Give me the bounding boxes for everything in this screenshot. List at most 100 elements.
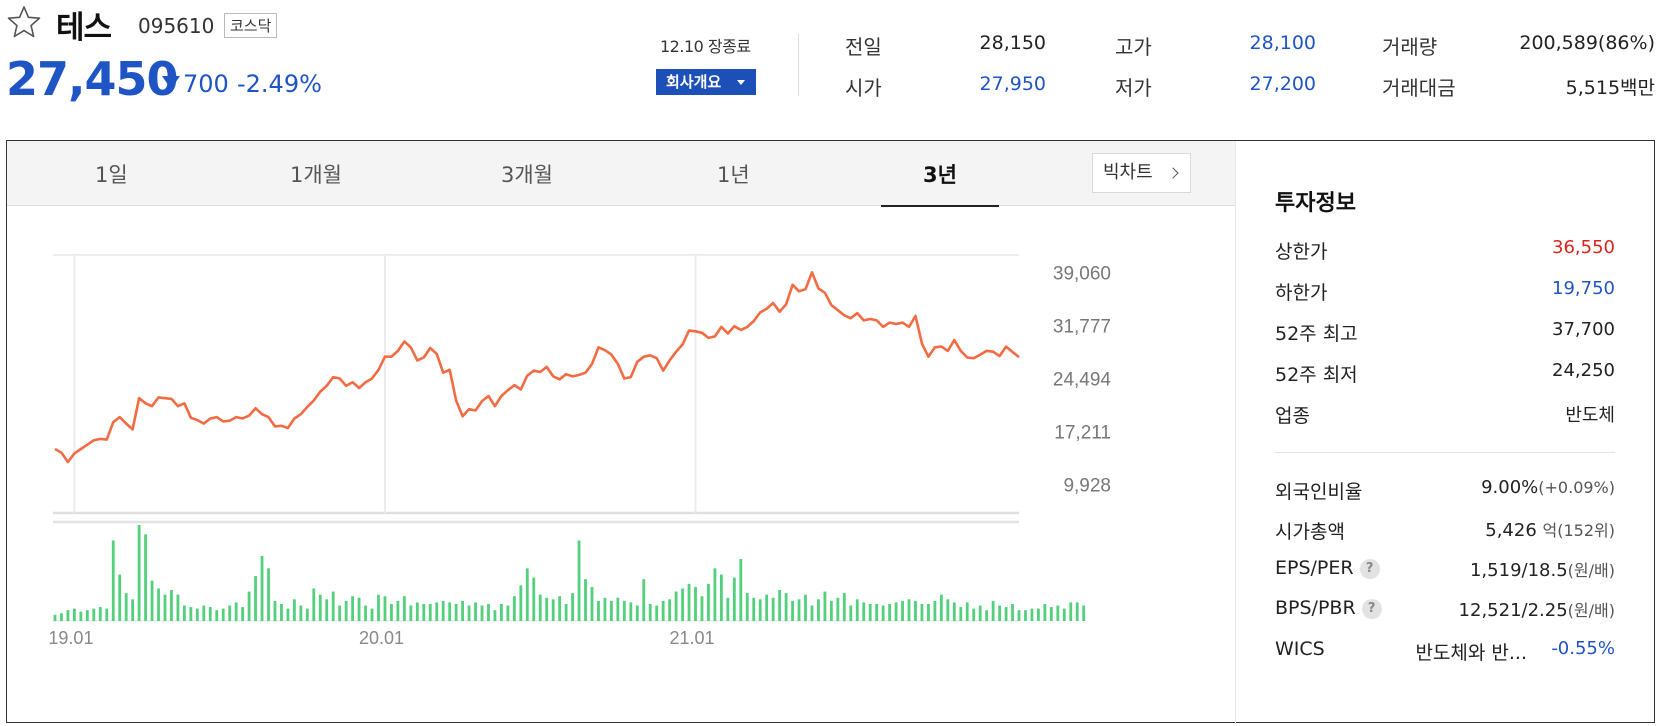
volume-bar [687, 583, 691, 621]
y-tick-label: 17,211 [1054, 423, 1111, 444]
upper-limit-label: 상한가 [1275, 241, 1328, 263]
upper-limit-row: 상한가 36,550 [1275, 237, 1615, 267]
volume-bar [784, 593, 788, 621]
volume-bar [862, 602, 866, 621]
volume-bar [881, 605, 885, 621]
market-badge: 코스닥 [224, 13, 278, 38]
bps-pbr-number: 12,521/2.25 [1458, 600, 1568, 621]
help-icon[interactable]: ? [1359, 559, 1380, 579]
volume-bar [260, 555, 264, 621]
volume-bar [318, 594, 322, 621]
volume-bar [215, 610, 219, 621]
foreign-ratio-label: 외국인비율 [1275, 481, 1363, 503]
volume-bar [571, 593, 574, 621]
volume-bar [765, 594, 769, 621]
week52-low-row: 52주 최저 24,250 [1275, 360, 1615, 390]
volume-bar [551, 599, 555, 621]
volume-bar [370, 608, 374, 621]
high-label: 고가 [1115, 35, 1152, 59]
volume-bar [512, 596, 516, 621]
volume-bar [868, 603, 872, 621]
volume-label: 거래량 [1382, 35, 1438, 59]
current-price: 27,450 [6, 52, 179, 106]
volume-bar [713, 568, 717, 621]
bps-pbr-label-text: BPS/PBR [1275, 597, 1356, 619]
bps-pbr-value: 12,521/2.25(원/배) [1459, 597, 1615, 621]
star-icon[interactable] [6, 4, 42, 40]
volume-bar [331, 591, 335, 621]
volume-bar [700, 596, 704, 621]
volume-bar [292, 599, 296, 621]
volume-bar [849, 605, 853, 621]
industry-label: 업종 [1275, 405, 1310, 427]
volume-bar [461, 600, 464, 621]
volume-bar [965, 602, 969, 621]
volume-bar [267, 568, 270, 621]
volume-bar [280, 603, 283, 621]
volume-bar [985, 610, 989, 621]
volume-bar [836, 597, 840, 621]
week52-high-row: 52주 최고 37,700 [1275, 319, 1615, 349]
tab-3m[interactable]: 3개월 [501, 159, 553, 189]
company-overview-button[interactable]: 회사개요 [656, 69, 756, 95]
volume-bar [1043, 603, 1047, 621]
volume-bar [221, 608, 225, 621]
help-icon[interactable]: ? [1361, 599, 1382, 619]
volume-bar [752, 597, 756, 621]
volume-bar [1024, 610, 1027, 621]
volume-bar [234, 602, 238, 621]
volume-bar [312, 588, 316, 621]
tab-1m[interactable]: 1개월 [290, 159, 342, 189]
volume-bar [111, 540, 115, 621]
volume-bar [195, 608, 199, 621]
volume-bar [558, 596, 562, 621]
wics-industry-name[interactable]: 반도체와 반... [1415, 638, 1527, 665]
trade-value-value: 5,515백만 [1565, 77, 1655, 99]
volume-bar [920, 603, 924, 621]
volume-bar [202, 605, 206, 621]
volume-bar [1017, 610, 1021, 621]
tab-1y[interactable]: 1년 [717, 159, 750, 189]
volume-bar [532, 577, 536, 621]
lower-limit-row: 하한가 19,750 [1275, 278, 1615, 308]
volume-bar [661, 600, 665, 621]
volume-bar [603, 597, 607, 621]
volume-bar [487, 603, 490, 621]
volume-bar [338, 605, 342, 621]
y-tick-label: 39,060 [1053, 264, 1111, 285]
volume-bar [978, 605, 982, 621]
volume-bar [364, 605, 367, 621]
volume-bar [778, 590, 782, 621]
market-cap-number: 5,426 [1485, 520, 1537, 541]
eps-per-row: EPS/PER? 1,519/18.5(원/배) [1275, 557, 1615, 587]
volume-bar [396, 600, 400, 621]
volume-bar [648, 603, 652, 621]
volume-bar [1049, 607, 1053, 621]
foreign-ratio-number: 9.00% [1481, 477, 1539, 498]
tab-1d[interactable]: 1일 [95, 159, 128, 189]
eps-per-number: 1,519/18.5 [1469, 560, 1568, 581]
volume-bar [124, 593, 128, 621]
volume-bar [901, 600, 904, 621]
bigchart-button[interactable]: 빅차트 [1092, 153, 1191, 193]
x-tick-label: 20.01 [359, 628, 404, 648]
market-close-label: 12.10 장종료 [660, 37, 751, 56]
x-tick-label: 19.01 [48, 628, 93, 648]
volume-bar [182, 605, 186, 621]
volume-bar [325, 599, 329, 621]
volume-bar [506, 605, 510, 621]
volume-bar [467, 605, 471, 621]
volume-bar [855, 599, 859, 621]
price-line [54, 271, 1020, 464]
volume-bar [1082, 605, 1086, 621]
volume-bar [390, 603, 393, 621]
volume-bar [1004, 607, 1008, 621]
tab-3y[interactable]: 3년 [923, 159, 957, 189]
bps-pbr-row: BPS/PBR? 12,521/2.25(원/배) [1275, 597, 1615, 627]
volume-bar [383, 596, 387, 621]
bigchart-label: 빅차트 [1103, 162, 1153, 183]
volume-bar [357, 597, 361, 621]
industry-value[interactable]: 반도체 [1565, 401, 1615, 427]
volume-bar [441, 600, 445, 621]
volume-bar [888, 603, 892, 621]
